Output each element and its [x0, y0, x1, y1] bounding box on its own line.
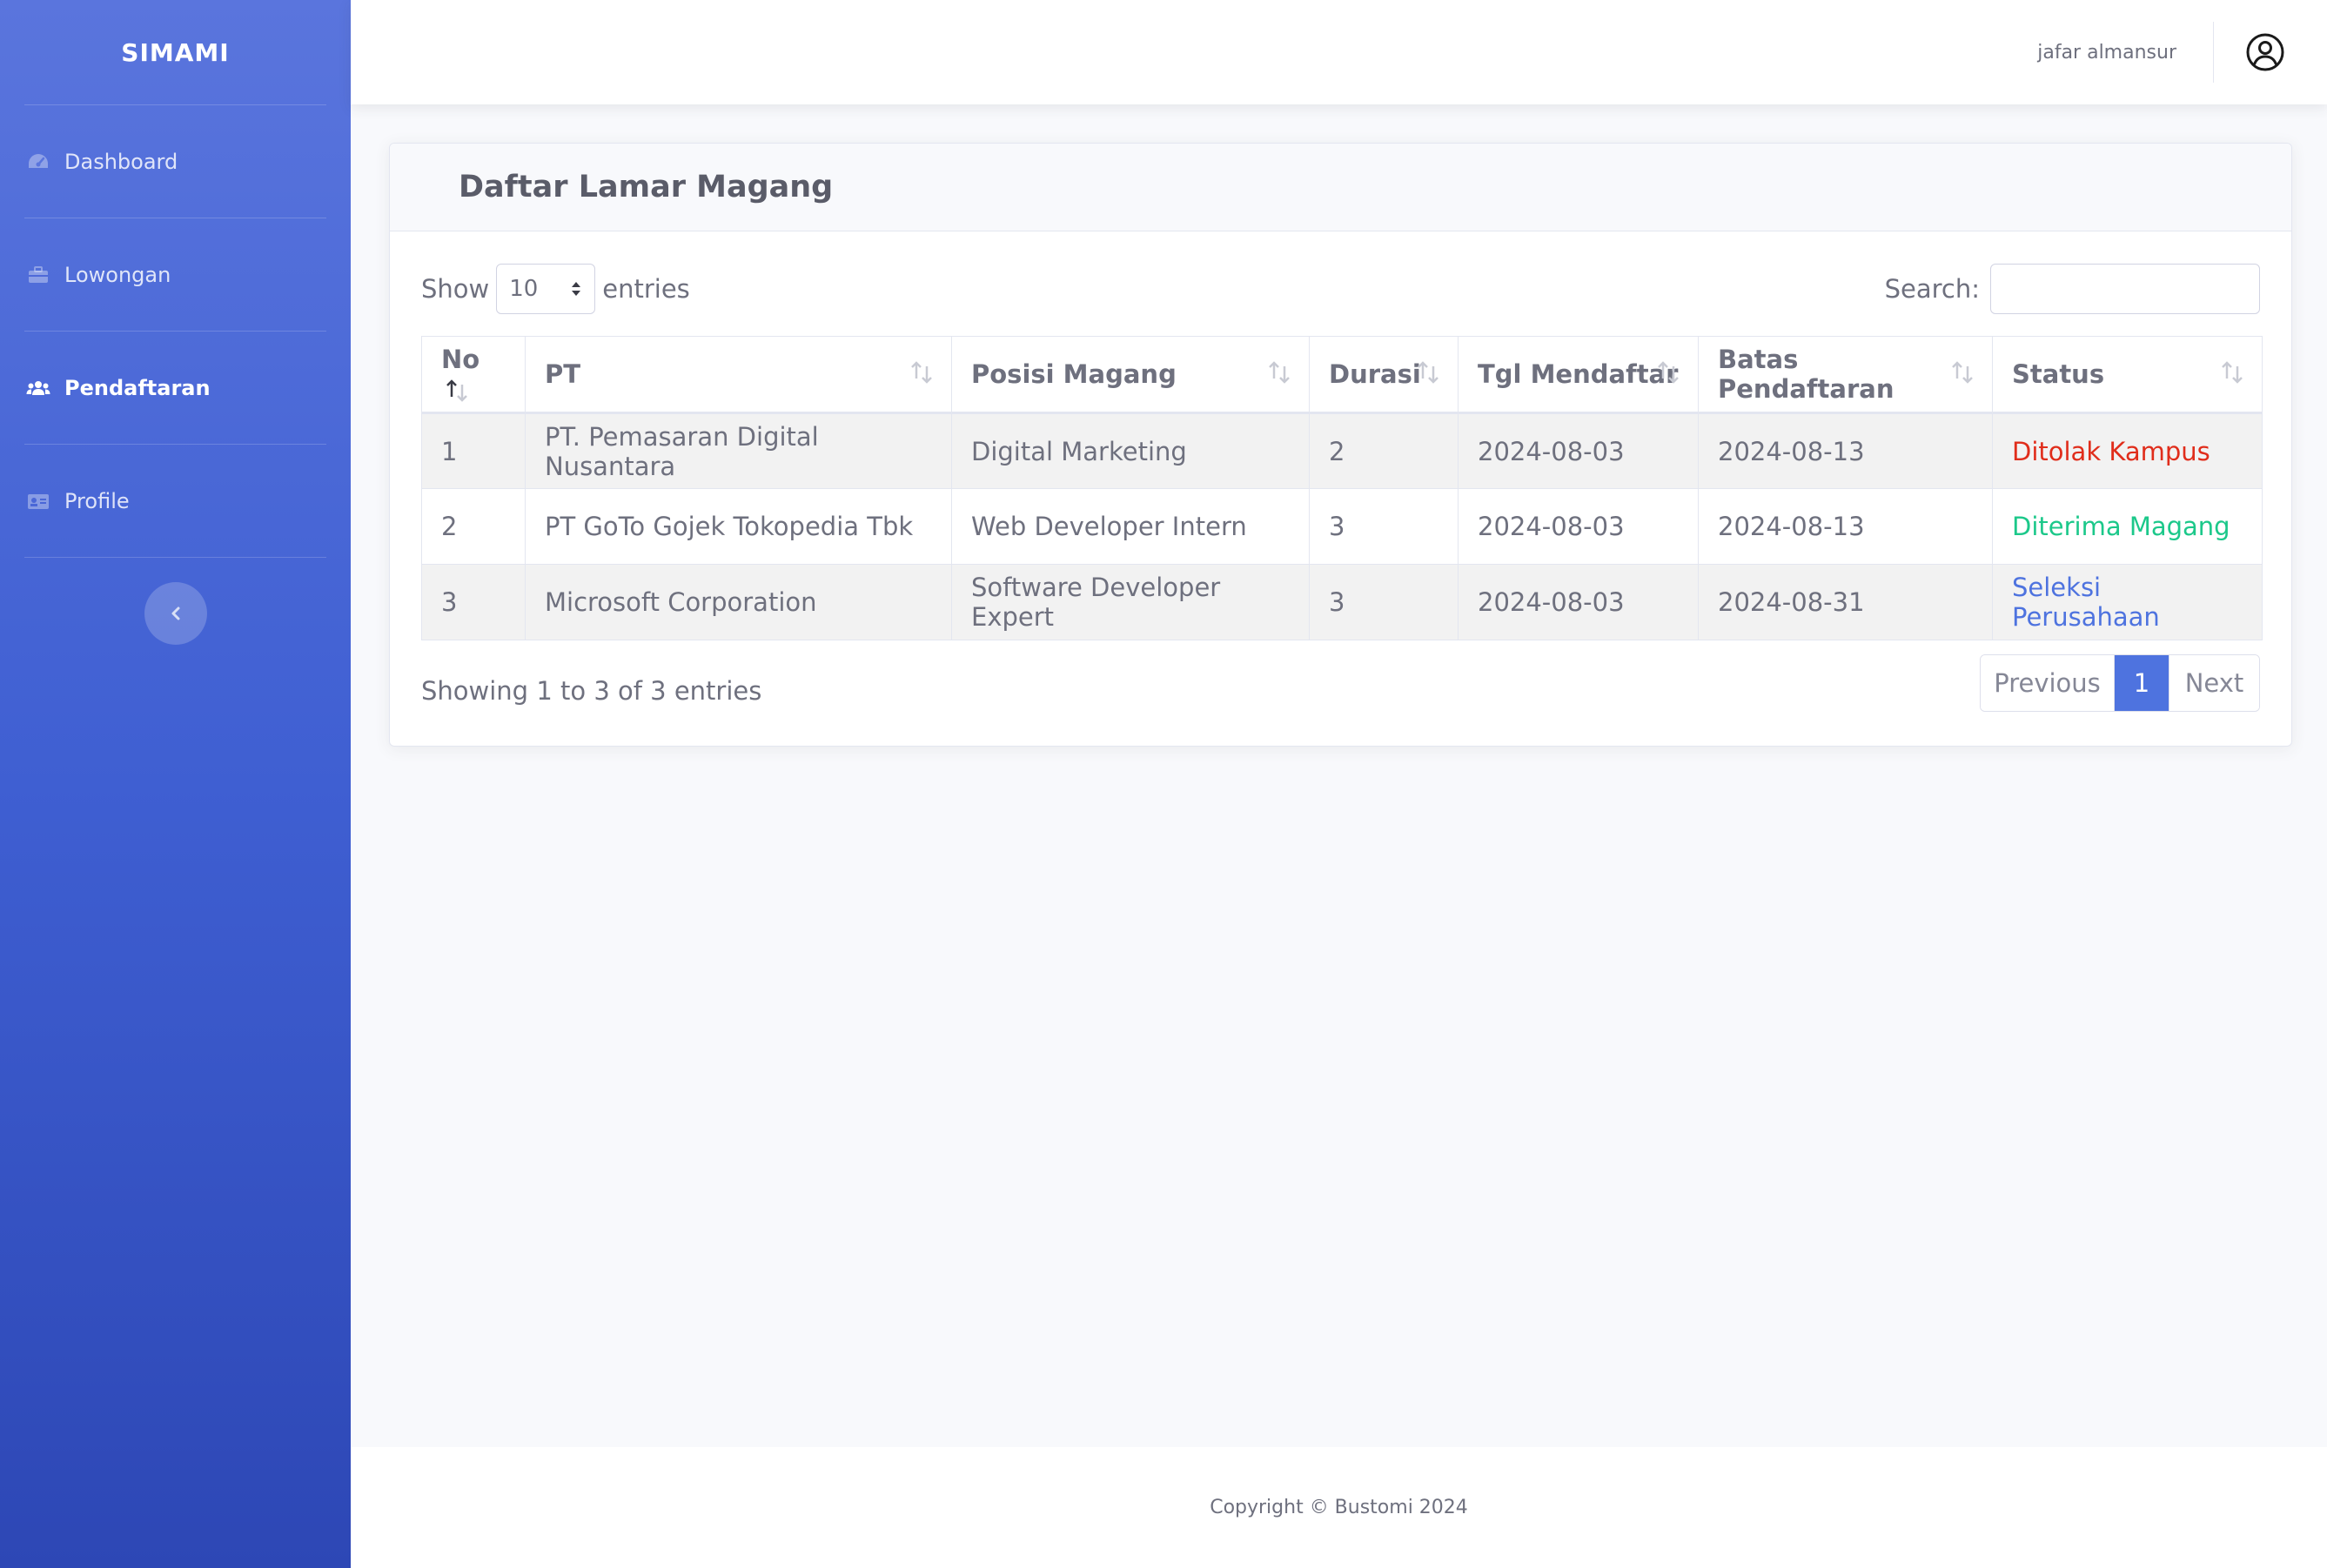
column-header-label: Posisi Magang: [971, 359, 1177, 389]
search-control: Search:: [1885, 264, 2260, 314]
user-name[interactable]: jafar almansur: [2037, 42, 2176, 64]
table-row: 2 PT GoTo Gojek Tokopedia Tbk Web Develo…: [421, 488, 2263, 565]
cell-durasi: 2: [1309, 412, 1459, 489]
sort-icon: [1418, 361, 1438, 384]
cell-pt: PT. Pemasaran Digital Nusantara: [525, 412, 952, 489]
column-header-pt[interactable]: PT: [525, 336, 952, 414]
sidebar-item-lowongan[interactable]: Lowongan: [0, 218, 351, 331]
cell-no: 1: [421, 412, 526, 489]
pagination-page-1[interactable]: 1: [2115, 655, 2169, 711]
users-icon: [26, 378, 50, 399]
cell-durasi: 3: [1309, 488, 1459, 565]
column-header-label: Tgl Mendaftar: [1478, 359, 1679, 389]
site-footer: Copyright © Bustomi 2024: [351, 1447, 2327, 1568]
column-header-label: Status: [2012, 359, 2105, 389]
cell-posisi: Software Developer Expert: [951, 564, 1310, 640]
column-header-tgl-mendaftar[interactable]: Tgl Mendaftar: [1458, 336, 1699, 414]
topbar-divider: [2213, 22, 2214, 83]
cell-pt: Microsoft Corporation: [525, 564, 952, 640]
copyright-text: Copyright © Bustomi 2024: [1210, 1497, 1468, 1518]
tachometer-icon: [26, 151, 50, 172]
user-circle-icon[interactable]: [2245, 32, 2285, 72]
cell-posisi: Web Developer Intern: [951, 488, 1310, 565]
cell-batas-pendaftaran: 2024-08-31: [1698, 564, 1993, 640]
sort-icon: [1952, 361, 1973, 384]
topbar: jafar almansur: [351, 0, 2327, 104]
table-row: 3 Microsoft Corporation Software Develop…: [421, 564, 2263, 640]
sidebar-item-label: Dashboard: [64, 149, 178, 174]
sidebar-item-dashboard[interactable]: Dashboard: [0, 105, 351, 218]
sort-icon: [1269, 361, 1290, 384]
pagination: Previous 1 Next: [1980, 654, 2260, 712]
cell-status: Seleksi Perusahaan: [1992, 564, 2263, 640]
sidebar-item-label: Pendaftaran: [64, 375, 211, 400]
entries-length-control: Show 10 entries: [421, 264, 690, 314]
sort-ascending-icon: [446, 379, 467, 402]
column-header-batas-pendaftaran[interactable]: Batas Pendaftaran: [1698, 336, 1993, 414]
sidebar-item-profile[interactable]: Profile: [0, 445, 351, 557]
show-label: Show: [421, 274, 490, 304]
column-header-status[interactable]: Status: [1992, 336, 2263, 414]
cell-status: Ditolak Kampus: [1992, 412, 2263, 489]
sidebar-item-label: Lowongan: [64, 262, 171, 287]
cell-tgl-mendaftar: 2024-08-03: [1458, 488, 1699, 565]
column-header-label: Batas Pendaftaran: [1718, 345, 1894, 404]
sidebar-toggle-button[interactable]: [144, 582, 207, 645]
card-header: Daftar Lamar Magang: [390, 144, 2291, 231]
entries-label: entries: [602, 274, 690, 304]
cell-posisi: Digital Marketing: [951, 412, 1310, 489]
cell-tgl-mendaftar: 2024-08-03: [1458, 412, 1699, 489]
column-header-label: No: [441, 345, 480, 374]
search-label: Search:: [1884, 274, 1980, 304]
cell-no: 2: [421, 488, 526, 565]
cell-batas-pendaftaran: 2024-08-13: [1698, 412, 1993, 489]
applications-table: No PT Posisi Magang Durasi Tgl Mendaftar…: [421, 336, 2263, 640]
chevron-left-icon: [171, 606, 179, 620]
sort-select-icon: [572, 282, 581, 296]
search-input[interactable]: [1990, 264, 2260, 314]
sidebar-item-pendaftaran[interactable]: Pendaftaran: [0, 332, 351, 444]
briefcase-icon: [26, 265, 50, 285]
table-header-row: No PT Posisi Magang Durasi Tgl Mendaftar…: [421, 336, 2263, 414]
column-header-label: PT: [545, 359, 581, 389]
cell-pt: PT GoTo Gojek Tokopedia Tbk: [525, 488, 952, 565]
sort-icon: [2222, 361, 2243, 384]
applications-card: Daftar Lamar Magang Show 10 entries Sear…: [389, 143, 2292, 747]
column-header-no[interactable]: No: [421, 336, 526, 414]
entries-select-value: 10: [509, 276, 539, 302]
column-header-label: Durasi: [1329, 359, 1421, 389]
sidebar: SIMAMI Dashboard Lowongan Pendaftaran Pr…: [0, 0, 351, 1568]
sort-icon: [911, 361, 932, 384]
pagination-next-button[interactable]: Next: [2169, 655, 2259, 711]
cell-status: Diterima Magang: [1992, 488, 2263, 565]
id-card-icon: [26, 491, 50, 512]
sidebar-item-label: Profile: [64, 488, 130, 513]
pagination-previous-button[interactable]: Previous: [1981, 655, 2115, 711]
table-row: 1 PT. Pemasaran Digital Nusantara Digita…: [421, 412, 2263, 489]
page-title: Daftar Lamar Magang: [459, 170, 834, 204]
column-header-durasi[interactable]: Durasi: [1309, 336, 1459, 414]
table-info: Showing 1 to 3 of 3 entries: [421, 676, 762, 706]
sort-icon: [1658, 361, 1679, 384]
cell-batas-pendaftaran: 2024-08-13: [1698, 488, 1993, 565]
cell-no: 3: [421, 564, 526, 640]
brand-logo[interactable]: SIMAMI: [0, 0, 351, 104]
cell-tgl-mendaftar: 2024-08-03: [1458, 564, 1699, 640]
cell-durasi: 3: [1309, 564, 1459, 640]
column-header-posisi[interactable]: Posisi Magang: [951, 336, 1310, 414]
entries-select[interactable]: 10: [496, 264, 596, 314]
